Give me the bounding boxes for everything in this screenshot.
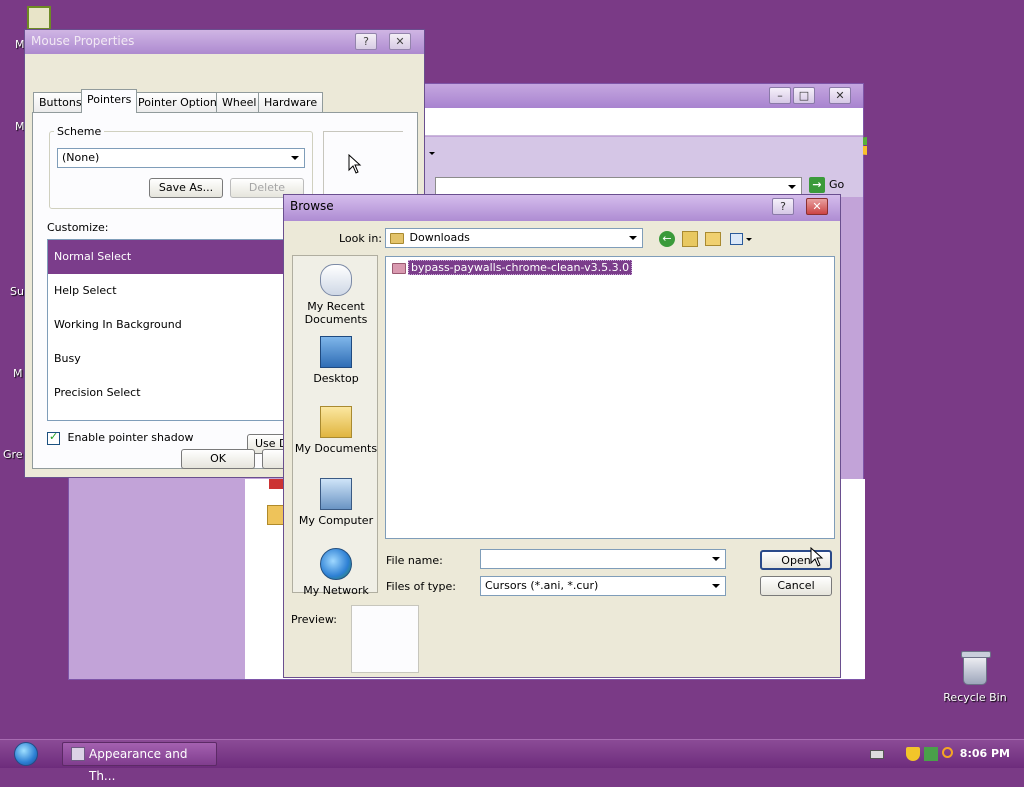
place-my-network[interactable]: My Network bbox=[293, 548, 379, 597]
place-my-documents[interactable]: My Documents bbox=[293, 406, 379, 455]
place-my-computer[interactable]: My Computer bbox=[293, 478, 379, 527]
scheme-select[interactable]: (None) bbox=[57, 148, 305, 168]
network-icon[interactable] bbox=[924, 747, 938, 761]
save-as-button[interactable]: Save As... bbox=[149, 178, 223, 198]
mouse-cursor-icon bbox=[810, 547, 824, 567]
browse-dialog: Browse ? ✕ Look in: Downloads ← My Recen… bbox=[283, 194, 841, 678]
tab-wheel[interactable]: Wheel bbox=[216, 92, 263, 112]
look-in-select[interactable]: Downloads bbox=[385, 228, 643, 248]
list-item-precision-select[interactable]: Precision Select bbox=[48, 376, 286, 410]
search-icon[interactable] bbox=[942, 747, 953, 758]
close-button[interactable]: ✕ bbox=[829, 87, 851, 104]
tab-hardware[interactable]: Hardware bbox=[258, 92, 324, 112]
enable-pointer-shadow-option[interactable]: Enable pointer shadow bbox=[47, 430, 194, 445]
files-of-type-select[interactable]: Cursors (*.ani, *.cur) bbox=[480, 576, 726, 596]
taskbar-appearance-button[interactable]: Appearance and Th... bbox=[62, 742, 217, 783]
places-bar: My Recent Documents Desktop My Documents… bbox=[292, 255, 379, 597]
window-icon bbox=[71, 747, 85, 761]
back-icon[interactable]: ← bbox=[659, 231, 675, 247]
chevron-down-icon[interactable] bbox=[626, 231, 640, 245]
browse-title: Browse bbox=[290, 199, 334, 213]
recycle-bin-icon bbox=[961, 651, 991, 685]
toolbar-dropdown-icon[interactable] bbox=[427, 147, 437, 161]
up-folder-icon[interactable] bbox=[682, 231, 698, 247]
desktop-label-3[interactable]: Su bbox=[10, 285, 24, 298]
desktop-icon bbox=[320, 336, 352, 368]
browse-titlebar[interactable]: Browse ? ✕ bbox=[284, 195, 840, 221]
preview-label: Preview: bbox=[291, 613, 337, 626]
desktop-top-icon[interactable] bbox=[27, 6, 51, 30]
shield-icon[interactable] bbox=[906, 747, 920, 761]
mouse-properties-titlebar[interactable]: Mouse Properties ? ✕ bbox=[25, 30, 424, 54]
my-documents-icon bbox=[320, 406, 352, 438]
files-of-type-label: Files of type: bbox=[386, 580, 457, 593]
tab-buttons[interactable]: Buttons bbox=[33, 92, 88, 112]
file-name-label: File name: bbox=[386, 554, 443, 567]
recycle-bin-label: Recycle Bin bbox=[943, 691, 1007, 704]
desktop-label-5[interactable]: Gre bbox=[3, 448, 23, 461]
view-menu-icon[interactable] bbox=[730, 232, 752, 247]
cancel-button[interactable]: Cancel bbox=[760, 576, 832, 596]
maximize-button[interactable]: □ bbox=[793, 87, 815, 104]
list-item-help-select[interactable]: Help Select bbox=[48, 274, 286, 308]
customize-label: Customize: bbox=[47, 221, 109, 234]
folder-icon bbox=[392, 262, 406, 274]
standard-toolbar bbox=[425, 137, 863, 175]
enable-shadow-checkbox[interactable] bbox=[47, 430, 60, 445]
my-network-icon bbox=[320, 548, 352, 580]
minimize-button[interactable]: – bbox=[769, 87, 791, 104]
place-desktop[interactable]: Desktop bbox=[293, 336, 379, 385]
file-name-input[interactable] bbox=[480, 549, 726, 569]
pointer-list[interactable]: Normal Select Help Select Working In Bac… bbox=[47, 239, 287, 421]
start-button[interactable] bbox=[4, 742, 44, 767]
place-my-recent-documents[interactable]: My Recent Documents bbox=[293, 264, 379, 326]
file-list[interactable]: bypass-paywalls-chrome-clean-v3.5.3.0 bbox=[385, 256, 835, 539]
arrow-cursor-icon bbox=[348, 154, 362, 174]
address-input[interactable] bbox=[435, 177, 802, 195]
list-item-normal-select[interactable]: Normal Select bbox=[48, 240, 286, 274]
ok-button[interactable]: OK bbox=[181, 449, 255, 469]
tab-pointers[interactable]: Pointers bbox=[81, 89, 138, 113]
chevron-down-icon[interactable] bbox=[709, 552, 723, 566]
help-button[interactable]: ? bbox=[772, 198, 794, 215]
system-tray: 8:06 PM bbox=[860, 740, 1024, 769]
recent-documents-icon bbox=[320, 264, 352, 296]
recycle-bin[interactable]: Recycle Bin bbox=[940, 651, 1010, 704]
preview-box bbox=[351, 605, 419, 673]
chevron-down-icon[interactable] bbox=[709, 579, 723, 593]
my-computer-icon bbox=[320, 478, 352, 510]
windows-orb-icon bbox=[14, 742, 38, 766]
scheme-label: Scheme bbox=[54, 125, 105, 138]
folder-icon bbox=[390, 232, 404, 244]
keyboard-icon[interactable] bbox=[870, 750, 884, 759]
desktop-label-4[interactable]: M bbox=[13, 367, 23, 380]
mouse-properties-title: Mouse Properties bbox=[31, 34, 135, 48]
task-icon-1[interactable] bbox=[269, 479, 283, 489]
go-button[interactable]: → Go bbox=[809, 177, 844, 193]
go-arrow-icon: → bbox=[809, 177, 825, 193]
list-item[interactable]: bypass-paywalls-chrome-clean-v3.5.3.0 bbox=[390, 260, 634, 277]
chevron-down-icon[interactable] bbox=[288, 151, 302, 165]
chevron-down-icon[interactable] bbox=[785, 180, 799, 194]
look-in-label: Look in: bbox=[339, 232, 382, 245]
list-item-working-in-background[interactable]: Working In Background bbox=[48, 308, 286, 342]
close-button[interactable]: ✕ bbox=[389, 33, 411, 50]
enable-shadow-label: Enable pointer shadow bbox=[67, 431, 194, 444]
new-folder-icon[interactable] bbox=[705, 232, 721, 246]
clock[interactable]: 8:06 PM bbox=[960, 747, 1010, 760]
close-button[interactable]: ✕ bbox=[806, 198, 828, 215]
list-item-busy[interactable]: Busy bbox=[48, 342, 286, 376]
help-button[interactable]: ? bbox=[355, 33, 377, 50]
menu-bar bbox=[425, 108, 867, 155]
taskbar: Appearance and Th... 8:06 PM bbox=[0, 739, 1024, 783]
tab-pointer-options[interactable]: Pointer Options bbox=[132, 92, 229, 112]
